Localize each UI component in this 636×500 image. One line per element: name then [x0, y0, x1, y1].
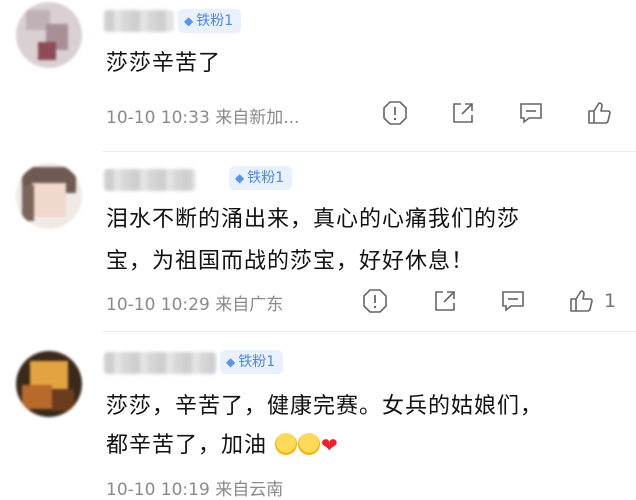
diamond-icon: ◆ [235, 171, 245, 185]
comment-text: 莎莎辛苦了 [106, 51, 222, 76]
comment-text-line: 泪水不断的涌出来，真心的心痛我们的莎 [106, 207, 521, 232]
comment-button[interactable] [498, 286, 528, 316]
comment-button[interactable] [516, 98, 546, 128]
divider [102, 331, 636, 332]
fan-badge[interactable]: ◆ 铁粉1 [229, 166, 293, 190]
comment-meta: 10-10 10:33 来自新加... [106, 108, 300, 128]
like-icon [570, 290, 593, 312]
comment-text-line: 都辛苦了，加油 ❤ [106, 427, 620, 464]
avatar[interactable] [16, 2, 82, 68]
report-icon [383, 101, 407, 125]
comment-item: ◆ 铁粉1 莎莎辛苦了 10-10 10:33 来自新加... [0, 0, 636, 155]
fan-badge[interactable]: ◆ 铁粉1 [178, 9, 242, 33]
fan-badge-label: 铁粉1 [247, 170, 285, 186]
like-count: 1 [604, 290, 617, 312]
comment-meta: 10-10 10:19 来自云南 [106, 480, 284, 500]
comment-text: 泪水不断的涌出来，真心的心痛我们的莎 宝，为祖国而战的莎宝，好好休息！ [106, 202, 620, 280]
comment-text-line: 宝，为祖国而战的莎宝，好好休息！ [106, 249, 475, 274]
fan-badge[interactable]: ◆ 铁粉1 [220, 350, 284, 374]
crying-emoji-icon [298, 433, 321, 455]
like-icon [588, 102, 611, 124]
heart-icon: ❤ [321, 433, 339, 457]
username-blurred[interactable] [104, 169, 196, 191]
username-blurred[interactable] [104, 10, 174, 32]
comment-text-segment: 都辛苦了，加油 [106, 433, 268, 458]
comment-icon [520, 103, 542, 124]
avatar[interactable] [16, 351, 82, 417]
like-button[interactable] [566, 286, 596, 316]
report-icon [363, 289, 387, 313]
crying-emoji-icon [275, 433, 298, 455]
share-icon [453, 103, 473, 123]
share-button[interactable] [430, 286, 460, 316]
comment-item: ◆ 铁粉1 泪水不断的涌出来，真心的心痛我们的莎 宝，为祖国而战的莎宝，好好休息… [0, 155, 636, 333]
comment-text-line: 莎莎，辛苦了，健康完赛。女兵的姑娘们， [106, 394, 544, 419]
fan-badge-label: 铁粉1 [196, 13, 234, 29]
comment-meta: 10-10 10:29 来自广东 [106, 295, 284, 315]
share-icon [435, 291, 455, 311]
comment-item: ◆ 铁粉1 莎莎，辛苦了，健康完赛。女兵的姑娘们， 都辛苦了，加油 ❤ 10-1… [0, 333, 636, 500]
avatar[interactable] [16, 163, 82, 229]
divider [102, 151, 636, 152]
report-button[interactable] [380, 98, 410, 128]
comment-text: 莎莎，辛苦了，健康完赛。女兵的姑娘们， 都辛苦了，加油 ❤ [106, 389, 620, 464]
like-button[interactable] [584, 98, 614, 128]
report-button[interactable] [360, 286, 390, 316]
comment-icon [502, 291, 524, 312]
diamond-icon: ◆ [226, 355, 236, 369]
diamond-icon: ◆ [184, 14, 194, 28]
share-button[interactable] [448, 98, 478, 128]
fan-badge-label: 铁粉1 [238, 354, 276, 370]
username-blurred[interactable] [104, 352, 216, 374]
